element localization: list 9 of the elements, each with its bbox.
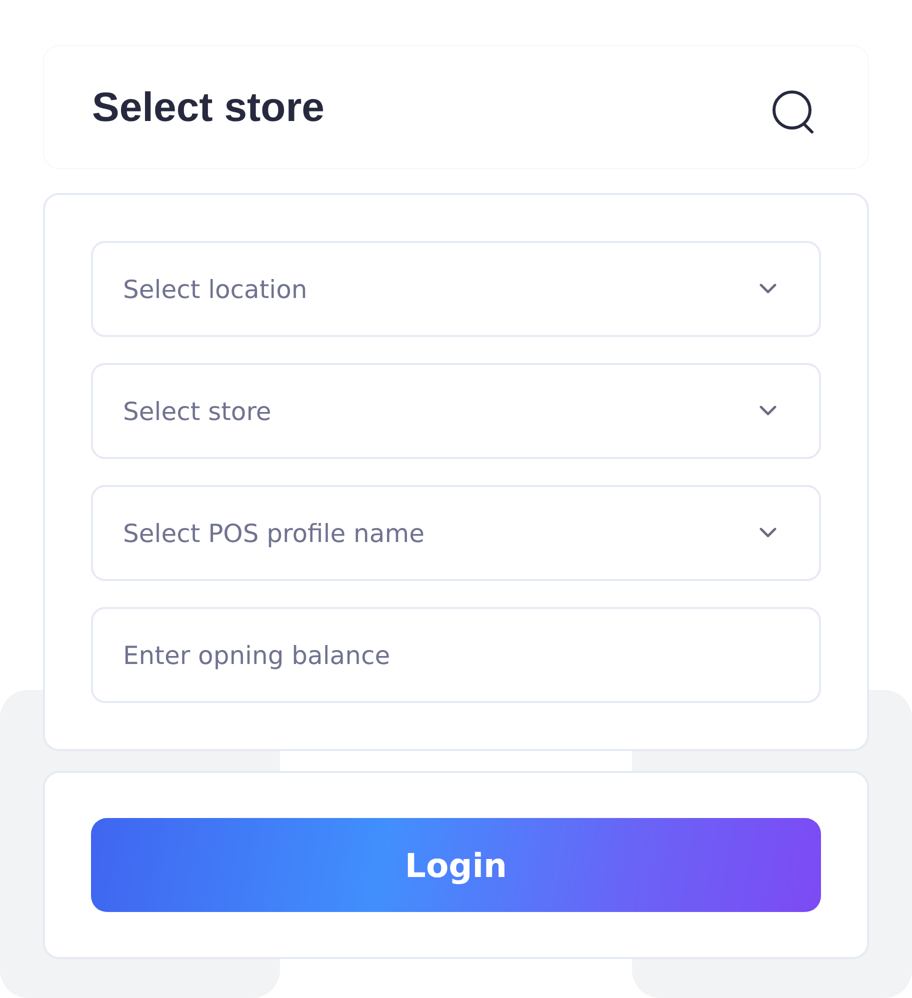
dropdown-field[interactable]: Select POS profile name	[91, 485, 821, 581]
input-field[interactable]: Enter opning balance	[91, 607, 821, 703]
login-button[interactable]: Login	[91, 818, 821, 912]
dropdown-field[interactable]: Select location	[91, 241, 821, 337]
chevron-down-icon	[759, 405, 777, 416]
dropdown-field[interactable]: Select store	[91, 363, 821, 459]
chevron-down-icon	[759, 527, 777, 538]
chevron-down-icon	[759, 283, 777, 294]
page-title: Select store	[92, 84, 324, 130]
